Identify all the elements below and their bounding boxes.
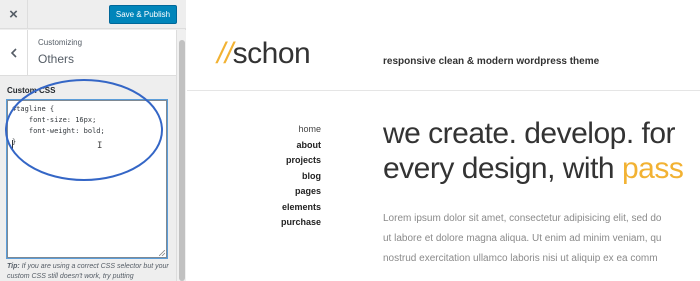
resize-grip-icon[interactable] bbox=[159, 250, 165, 256]
site-logo[interactable]: //schon bbox=[217, 34, 311, 74]
sidebar-scrollbar[interactable] bbox=[176, 30, 186, 281]
code-line: font-weight: bold; bbox=[12, 127, 105, 135]
nav-item-pages[interactable]: pages bbox=[281, 184, 321, 200]
hero-accent-word: pass bbox=[621, 152, 684, 185]
site-navigation: home about projects blog pages elements … bbox=[281, 122, 321, 231]
section-header: Customizing Others bbox=[0, 30, 176, 76]
hero-line-1: we create. develop. for bbox=[383, 117, 676, 150]
text-cursor-icon: I bbox=[97, 141, 103, 151]
body-line: Lorem ipsum dolor sit amet, consectetur … bbox=[383, 213, 662, 224]
nav-item-about[interactable]: about bbox=[281, 138, 322, 154]
header-divider bbox=[187, 90, 700, 91]
chevron-left-icon[interactable] bbox=[0, 30, 28, 76]
hero-line-2: every design, with pass bbox=[383, 151, 684, 186]
text-caret bbox=[12, 140, 13, 149]
nav-item-elements[interactable]: elements bbox=[281, 200, 321, 216]
custom-css-textarea[interactable]: #tagline { font-size: 16px; font-weight:… bbox=[7, 100, 167, 258]
site-preview: //schon responsive clean & modern wordpr… bbox=[187, 0, 700, 281]
nav-item-purchase[interactable]: purchase bbox=[281, 215, 321, 231]
hero-body-text: Lorem ipsum dolor sit amet, consectetur … bbox=[383, 209, 661, 269]
hero-line-2-text: every design, with bbox=[383, 152, 622, 185]
nav-item-home[interactable]: home bbox=[281, 122, 321, 138]
custom-css-label: Custom CSS bbox=[7, 86, 56, 95]
close-icon[interactable]: × bbox=[0, 0, 28, 29]
hero-heading: we create. develop. for every design, wi… bbox=[383, 116, 684, 186]
code-line: #tagline { bbox=[12, 105, 55, 113]
customizer-header: × Save & Publish bbox=[0, 0, 186, 29]
customizer-sidebar: × Save & Publish Customizing Others Cust… bbox=[0, 0, 186, 281]
nav-item-blog[interactable]: blog bbox=[281, 169, 321, 185]
logo-mark: // bbox=[217, 37, 233, 70]
tip-prefix: Tip: bbox=[7, 263, 20, 270]
save-publish-button[interactable]: Save & Publish bbox=[109, 5, 177, 24]
body-line: nostrud exercitation ullamco laboris nis… bbox=[383, 253, 658, 264]
nav-item-projects[interactable]: projects bbox=[281, 153, 321, 169]
css-tip-text: Tip: If you are using a correct CSS sele… bbox=[7, 262, 172, 281]
site-tagline: responsive clean & modern wordpress them… bbox=[383, 56, 600, 67]
logo-text: schon bbox=[232, 37, 311, 70]
code-line: font-size: 16px; bbox=[12, 116, 97, 124]
tip-body: If you are using a correct CSS selector … bbox=[7, 263, 169, 280]
body-line: ut labore et dolore magna aliqua. Ut eni… bbox=[383, 233, 662, 244]
section-title: Others bbox=[38, 52, 75, 66]
scrollbar-thumb[interactable] bbox=[179, 40, 185, 281]
customizing-label: Customizing bbox=[38, 38, 83, 47]
